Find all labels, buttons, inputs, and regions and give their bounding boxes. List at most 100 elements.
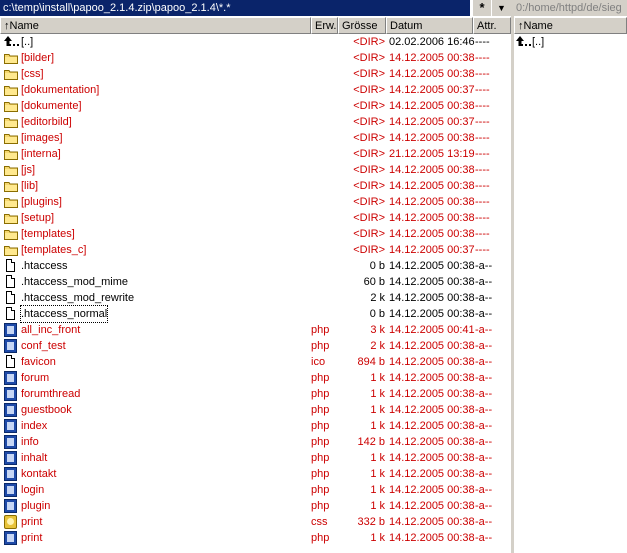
- file-row[interactable]: [interna] <DIR> 21.12.2005 13:19 ----: [0, 146, 511, 162]
- drive-dropdown-button[interactable]: ▼: [492, 0, 511, 16]
- file-date: 14.12.2005 00:37: [389, 116, 475, 128]
- file-row[interactable]: print css 332 b 14.12.2005 00:38 -a--: [0, 514, 511, 530]
- file-row[interactable]: [bilder] <DIR> 14.12.2005 00:38 ----: [0, 50, 511, 66]
- column-header-size[interactable]: Grösse: [338, 17, 386, 34]
- file-name: [plugins]: [21, 196, 62, 208]
- file-row[interactable]: conf_test php 2 k 14.12.2005 00:38 -a--: [0, 338, 511, 354]
- file-size: <DIR>: [353, 244, 385, 256]
- right-file-panel[interactable]: 0:/home/httpd/de/sieg ↑Name [..]: [514, 0, 627, 553]
- folder-icon: [4, 246, 18, 256]
- file-row[interactable]: forum php 1 k 14.12.2005 00:38 -a--: [0, 370, 511, 386]
- right-path-bar[interactable]: 0:/home/httpd/de/sieg: [514, 0, 627, 16]
- file-date: 14.12.2005 00:38: [389, 180, 475, 192]
- file-row[interactable]: .htaccess_normal 0 b 14.12.2005 00:38 -a--: [0, 305, 511, 323]
- file-name: .htaccess_normal: [19, 305, 109, 323]
- file-date: 14.12.2005 00:38: [389, 68, 475, 80]
- file-row[interactable]: favicon ico 894 b 14.12.2005 00:38 -a--: [0, 354, 511, 370]
- php-file-icon: [4, 419, 17, 433]
- file-size: <DIR>: [353, 148, 385, 160]
- right-file-name: [..]: [532, 36, 545, 48]
- file-size: 894 b: [357, 356, 385, 368]
- file-row[interactable]: [lib] <DIR> 14.12.2005 00:38 ----: [0, 178, 511, 194]
- file-attr: ----: [475, 148, 490, 160]
- column-header-ext[interactable]: Erw.: [311, 17, 338, 34]
- file-row[interactable]: [dokumente] <DIR> 14.12.2005 00:38 ----: [0, 98, 511, 114]
- file-row[interactable]: index php 1 k 14.12.2005 00:38 -a--: [0, 418, 511, 434]
- file-name: guestbook: [21, 404, 72, 416]
- file-attr: ----: [475, 36, 490, 48]
- history-button[interactable]: *: [472, 0, 491, 16]
- file-name: [lib]: [21, 180, 39, 192]
- file-row[interactable]: [css] <DIR> 14.12.2005 00:38 ----: [0, 66, 511, 82]
- folder-icon: [4, 118, 18, 128]
- file-attr: ----: [475, 180, 490, 192]
- file-size: 1 k: [370, 388, 385, 400]
- file-row[interactable]: inhalt php 1 k 14.12.2005 00:38 -a--: [0, 450, 511, 466]
- file-name: .htaccess_mod_rewrite: [21, 292, 135, 304]
- file-row[interactable]: [plugins] <DIR> 14.12.2005 00:38 ----: [0, 194, 511, 210]
- file-manager-window: c:\temp\install\papoo_2.1.4.zip\papoo_2.…: [0, 0, 627, 553]
- left-file-panel[interactable]: c:\temp\install\papoo_2.1.4.zip\papoo_2.…: [0, 0, 511, 553]
- file-row[interactable]: [dokumentation] <DIR> 14.12.2005 00:37 ----: [0, 82, 511, 98]
- php-file-icon: [4, 483, 17, 497]
- php-file-icon: [4, 371, 17, 385]
- file-ext: php: [311, 388, 330, 400]
- file-attr: ----: [475, 164, 490, 176]
- file-attr: ----: [475, 68, 490, 80]
- file-row[interactable]: [..] <DIR> 02.02.2006 16:46 ----: [0, 34, 511, 50]
- file-name: [editorbild]: [21, 116, 72, 128]
- file-name: info: [21, 436, 39, 448]
- file-row[interactable]: plugin php 1 k 14.12.2005 00:38 -a--: [0, 498, 511, 514]
- file-attr: ----: [475, 132, 490, 144]
- file-row[interactable]: kontakt php 1 k 14.12.2005 00:38 -a--: [0, 466, 511, 482]
- file-ext: php: [311, 324, 330, 336]
- file-row[interactable]: forumthread php 1 k 14.12.2005 00:38 -a--: [0, 386, 511, 402]
- file-name: forum: [21, 372, 50, 384]
- file-size: 1 k: [370, 500, 385, 512]
- folder-icon: [4, 198, 18, 208]
- file-attr: ----: [475, 52, 490, 64]
- file-row[interactable]: guestbook php 1 k 14.12.2005 00:38 -a--: [0, 402, 511, 418]
- file-size: 332 b: [357, 516, 385, 528]
- folder-icon: [4, 54, 18, 64]
- file-attr: -a--: [475, 276, 493, 288]
- folder-icon: [4, 214, 18, 224]
- file-row[interactable]: all_inc_front php 3 k 14.12.2005 00:41 -a--: [0, 322, 511, 338]
- file-date: 14.12.2005 00:38: [389, 420, 475, 432]
- folder-icon: [4, 182, 18, 192]
- file-date: 14.12.2005 00:38: [389, 292, 475, 304]
- file-attr: ----: [475, 228, 490, 240]
- folder-icon: [4, 86, 18, 96]
- file-name: kontakt: [21, 468, 57, 480]
- file-size: 0 b: [369, 260, 385, 272]
- file-ext: php: [311, 484, 330, 496]
- column-header-attr[interactable]: Attr.: [473, 17, 511, 34]
- right-column-header-name[interactable]: ↑Name: [514, 17, 627, 34]
- file-date: 14.12.2005 00:38: [389, 100, 475, 112]
- file-row[interactable]: .htaccess_mod_mime 60 b 14.12.2005 00:38 -a…: [0, 274, 511, 290]
- file-size: 1 k: [370, 372, 385, 384]
- file-row[interactable]: login php 1 k 14.12.2005 00:38 -a--: [0, 482, 511, 498]
- column-header-name[interactable]: ↑Name: [0, 17, 311, 34]
- file-ext: php: [311, 532, 330, 544]
- file-row[interactable]: [images] <DIR> 14.12.2005 00:38 ----: [0, 130, 511, 146]
- file-row[interactable]: [templates_c] <DIR> 14.12.2005 00:37 ----: [0, 242, 511, 258]
- file-row[interactable]: [js] <DIR> 14.12.2005 00:38 ----: [0, 162, 511, 178]
- file-row[interactable]: .htaccess_mod_rewrite 2 k 14.12.2005 00:38…: [0, 290, 511, 306]
- file-size: 142 b: [357, 436, 385, 448]
- file-row[interactable]: print php 1 k 14.12.2005 00:38 -a--: [0, 530, 511, 546]
- file-size: <DIR>: [353, 228, 385, 240]
- file-row[interactable]: [templates] <DIR> 14.12.2005 00:38 ----: [0, 226, 511, 242]
- file-name: index: [21, 420, 48, 432]
- file-row[interactable]: [setup] <DIR> 14.12.2005 00:38 ----: [0, 210, 511, 226]
- left-path-bar[interactable]: c:\temp\install\papoo_2.1.4.zip\papoo_2.…: [0, 0, 470, 16]
- file-date: 14.12.2005 00:38: [389, 52, 475, 64]
- right-file-row[interactable]: [..]: [514, 34, 627, 50]
- column-header-date[interactable]: Datum: [386, 17, 473, 34]
- file-date: 14.12.2005 00:38: [389, 356, 475, 368]
- php-file-icon: [4, 323, 17, 337]
- file-row[interactable]: .htaccess 0 b 14.12.2005 00:38 -a--: [0, 258, 511, 274]
- file-row[interactable]: info php 142 b 14.12.2005 00:38 -a--: [0, 434, 511, 450]
- file-row[interactable]: [editorbild] <DIR> 14.12.2005 00:37 ----: [0, 114, 511, 130]
- file-date: 14.12.2005 00:37: [389, 244, 475, 256]
